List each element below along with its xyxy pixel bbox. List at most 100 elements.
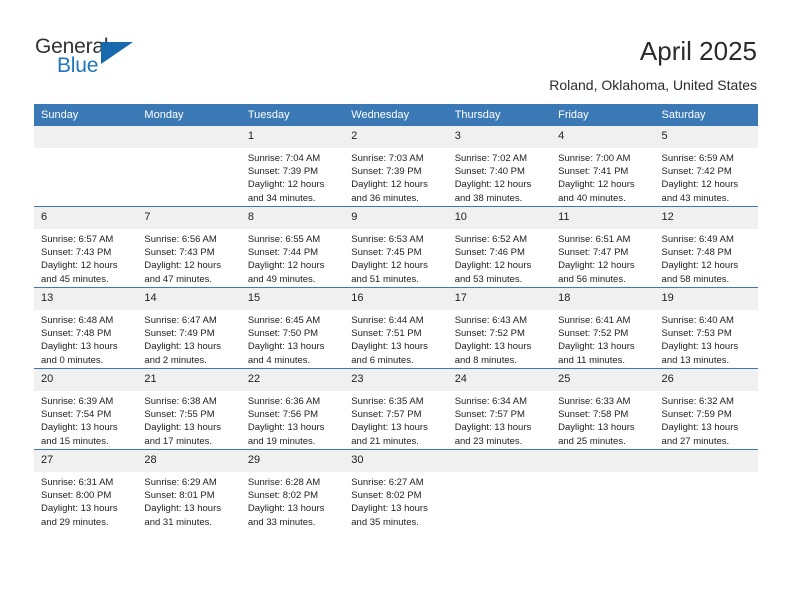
- daylight-duration-line1: Daylight: 12 hours: [247, 260, 325, 272]
- day-number: 22: [240, 369, 345, 391]
- calendar-day-cell[interactable]: 28 Sunrise: 6:29 AM Sunset: 8:01 PM Dayligh…: [137, 449, 241, 530]
- calendar-day-cell[interactable]: 20 Sunrise: 6:39 AM Sunset: 7:54 PM Dayligh…: [34, 368, 138, 450]
- weekday-header-tuesday: Tuesday: [240, 104, 345, 126]
- daylight-duration-line1: Daylight: 13 hours: [558, 341, 635, 353]
- day-number: 30: [344, 450, 448, 472]
- calendar-day-cell[interactable]: 17 Sunrise: 6:43 AM Sunset: 7:52 PM Dayligh…: [447, 287, 552, 369]
- daylight-duration-line1: Daylight: 12 hours: [454, 260, 532, 272]
- day-sun-info: Sunrise: 7:00 AM Sunset: 7:41 PM Daylight:…: [551, 148, 654, 205]
- daylight-duration-line1: Daylight: 13 hours: [454, 341, 532, 353]
- calendar-day-cell[interactable]: 6 Sunrise: 6:57 AM Sunset: 7:43 PM Daylight…: [34, 206, 138, 288]
- calendar-day-cell[interactable]: 16 Sunrise: 6:44 AM Sunset: 7:51 PM Dayligh…: [344, 287, 448, 369]
- sunset-time: Sunset: 7:57 PM: [454, 409, 525, 421]
- sunset-time: Sunset: 7:58 PM: [558, 409, 629, 421]
- daylight-duration-line1: Daylight: 13 hours: [454, 422, 532, 434]
- daylight-duration-line2: and 2 minutes.: [144, 354, 207, 366]
- weekday-header-thursday: Thursday: [447, 104, 552, 126]
- sunrise-time: Sunrise: 6:52 AM: [454, 234, 528, 245]
- day-number: 5: [654, 126, 758, 148]
- sunset-time: Sunset: 7:43 PM: [144, 247, 215, 259]
- daylight-duration-line2: and 23 minutes.: [454, 435, 523, 447]
- daylight-duration-line2: and 43 minutes.: [661, 192, 730, 204]
- sunrise-time: Sunrise: 6:39 AM: [41, 396, 114, 407]
- calendar-day-cell[interactable]: 18 Sunrise: 6:41 AM Sunset: 7:52 PM Dayligh…: [551, 287, 655, 369]
- calendar-day-cell[interactable]: 30 Sunrise: 6:27 AM Sunset: 8:02 PM Dayligh…: [344, 449, 448, 530]
- daylight-duration-line2: and 56 minutes.: [558, 273, 626, 285]
- sunrise-time: Sunrise: 6:45 AM: [247, 315, 321, 326]
- calendar-day-cell[interactable]: 14 Sunrise: 6:47 AM Sunset: 7:49 PM Dayligh…: [137, 287, 241, 369]
- sunrise-time: Sunrise: 6:31 AM: [41, 477, 114, 488]
- calendar-day-cell[interactable]: 25 Sunrise: 6:33 AM Sunset: 7:58 PM Dayligh…: [551, 368, 655, 450]
- daylight-duration-line1: Daylight: 13 hours: [41, 422, 118, 434]
- sunrise-time: Sunrise: 6:35 AM: [351, 396, 424, 407]
- calendar-day-cell[interactable]: 13 Sunrise: 6:48 AM Sunset: 7:48 PM Dayligh…: [34, 287, 138, 369]
- calendar-day-cell[interactable]: 3 Sunrise: 7:02 AM Sunset: 7:40 PM Daylight…: [447, 126, 552, 207]
- calendar-empty-cell: [137, 126, 241, 207]
- sunrise-sunset-calendar: Sunday Monday Tuesday Wednesday Thursday…: [34, 104, 758, 530]
- sunrise-time: Sunrise: 6:53 AM: [351, 234, 424, 245]
- day-sun-info: [137, 148, 240, 152]
- sunset-time: Sunset: 8:02 PM: [247, 490, 319, 502]
- weekday-header-friday: Friday: [551, 104, 655, 126]
- calendar-day-cell[interactable]: 10 Sunrise: 6:52 AM Sunset: 7:46 PM Dayligh…: [447, 206, 552, 288]
- daylight-duration-line2: and 21 minutes.: [351, 435, 419, 447]
- daylight-duration-line1: Daylight: 12 hours: [351, 260, 428, 272]
- sunset-time: Sunset: 7:52 PM: [454, 328, 525, 340]
- day-number: 23: [344, 369, 448, 391]
- day-sun-info: Sunrise: 6:32 AM Sunset: 7:59 PM Daylight:…: [655, 391, 758, 448]
- calendar-day-cell[interactable]: 9 Sunrise: 6:53 AM Sunset: 7:45 PM Daylight…: [344, 206, 448, 288]
- calendar-day-cell[interactable]: 22 Sunrise: 6:36 AM Sunset: 7:56 PM Dayligh…: [240, 368, 345, 450]
- daylight-duration-line1: Daylight: 13 hours: [661, 422, 739, 434]
- daylight-duration-line2: and 11 minutes.: [558, 354, 626, 366]
- daylight-duration-line2: and 49 minutes.: [247, 273, 316, 285]
- calendar-day-cell[interactable]: 29 Sunrise: 6:28 AM Sunset: 8:02 PM Dayligh…: [240, 449, 345, 530]
- calendar-day-cell[interactable]: 8 Sunrise: 6:55 AM Sunset: 7:44 PM Daylight…: [240, 206, 345, 288]
- page-header: General Blue April 2025 Roland, Oklahoma…: [0, 0, 792, 100]
- daylight-duration-line1: Daylight: 13 hours: [41, 341, 118, 353]
- calendar-day-cell[interactable]: 27 Sunrise: 6:31 AM Sunset: 8:00 PM Dayligh…: [34, 449, 138, 530]
- calendar-day-cell[interactable]: 23 Sunrise: 6:35 AM Sunset: 7:57 PM Dayligh…: [344, 368, 448, 450]
- day-sun-info: Sunrise: 6:47 AM Sunset: 7:49 PM Daylight:…: [137, 310, 240, 367]
- sunset-time: Sunset: 7:43 PM: [41, 247, 112, 259]
- sunrise-time: Sunrise: 6:33 AM: [558, 396, 631, 407]
- daylight-duration-line2: and 19 minutes.: [247, 435, 316, 447]
- sunset-time: Sunset: 7:44 PM: [247, 247, 319, 259]
- sunset-time: Sunset: 7:52 PM: [558, 328, 629, 340]
- day-sun-info: Sunrise: 6:45 AM Sunset: 7:50 PM Daylight:…: [241, 310, 344, 367]
- calendar-day-cell[interactable]: 19 Sunrise: 6:40 AM Sunset: 7:53 PM Dayligh…: [654, 287, 758, 369]
- sunset-time: Sunset: 7:59 PM: [661, 409, 732, 421]
- calendar-day-cell[interactable]: 24 Sunrise: 6:34 AM Sunset: 7:57 PM Dayligh…: [447, 368, 552, 450]
- day-number: 10: [447, 207, 552, 229]
- calendar-empty-cell: [654, 449, 758, 530]
- day-sun-info: Sunrise: 6:49 AM Sunset: 7:48 PM Daylight:…: [655, 229, 758, 286]
- day-number: 11: [551, 207, 655, 229]
- calendar-day-cell[interactable]: 11 Sunrise: 6:51 AM Sunset: 7:47 PM Dayligh…: [551, 206, 655, 288]
- weekday-header-monday: Monday: [137, 104, 241, 126]
- calendar-day-cell[interactable]: 7 Sunrise: 6:56 AM Sunset: 7:43 PM Daylight…: [137, 206, 241, 288]
- calendar-day-cell[interactable]: 1 Sunrise: 7:04 AM Sunset: 7:39 PM Daylight…: [240, 126, 345, 207]
- day-sun-info: Sunrise: 6:40 AM Sunset: 7:53 PM Daylight:…: [655, 310, 758, 367]
- daylight-duration-line1: Daylight: 13 hours: [558, 422, 635, 434]
- daylight-duration-line2: and 38 minutes.: [454, 192, 523, 204]
- calendar-day-cell[interactable]: 4 Sunrise: 7:00 AM Sunset: 7:41 PM Daylight…: [551, 126, 655, 207]
- sunset-time: Sunset: 7:56 PM: [247, 409, 319, 421]
- calendar-day-cell[interactable]: 12 Sunrise: 6:49 AM Sunset: 7:48 PM Dayligh…: [654, 206, 758, 288]
- day-number: [551, 450, 655, 472]
- sunrise-time: Sunrise: 6:34 AM: [454, 396, 528, 407]
- sunrise-time: Sunrise: 6:28 AM: [247, 477, 321, 488]
- day-number: 8: [240, 207, 345, 229]
- calendar-day-cell[interactable]: 26 Sunrise: 6:32 AM Sunset: 7:59 PM Dayligh…: [654, 368, 758, 450]
- sunset-time: Sunset: 7:40 PM: [454, 166, 525, 178]
- day-sun-info: Sunrise: 6:59 AM Sunset: 7:42 PM Daylight:…: [655, 148, 758, 205]
- day-number: 9: [344, 207, 448, 229]
- sunset-time: Sunset: 8:02 PM: [351, 490, 422, 502]
- sunset-time: Sunset: 7:48 PM: [661, 247, 732, 259]
- calendar-day-cell[interactable]: 21 Sunrise: 6:38 AM Sunset: 7:55 PM Dayligh…: [137, 368, 241, 450]
- sunrise-time: Sunrise: 6:47 AM: [144, 315, 217, 326]
- daylight-duration-line2: and 35 minutes.: [351, 516, 419, 528]
- calendar-day-cell[interactable]: 2 Sunrise: 7:03 AM Sunset: 7:39 PM Daylight…: [344, 126, 448, 207]
- daylight-duration-line2: and 25 minutes.: [558, 435, 626, 447]
- calendar-day-cell[interactable]: 15 Sunrise: 6:45 AM Sunset: 7:50 PM Dayligh…: [240, 287, 345, 369]
- day-number: [34, 126, 138, 148]
- calendar-day-cell[interactable]: 5 Sunrise: 6:59 AM Sunset: 7:42 PM Daylight…: [654, 126, 758, 207]
